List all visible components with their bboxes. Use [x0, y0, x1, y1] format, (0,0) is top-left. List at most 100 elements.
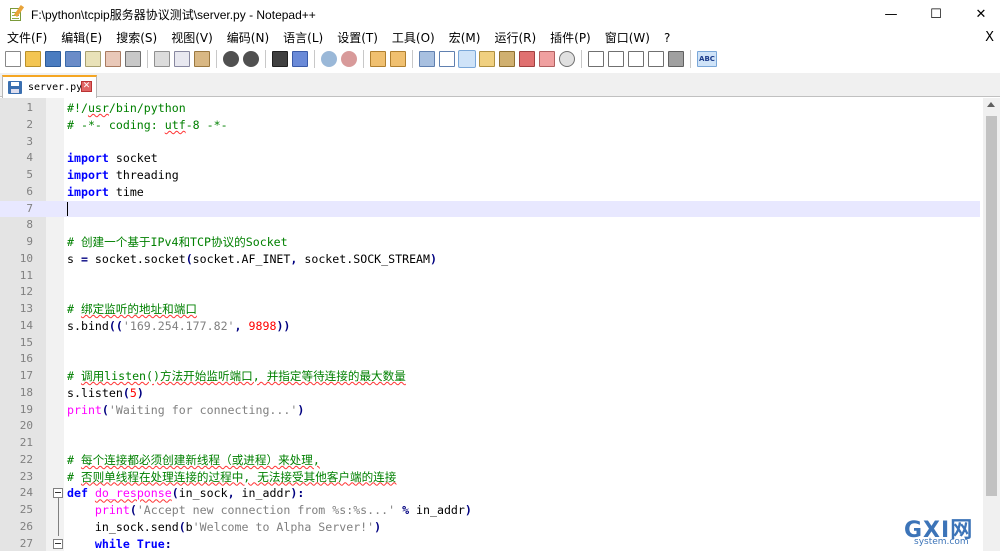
line-number: 15: [19, 335, 33, 349]
menu-encoding[interactable]: 编码(N): [220, 29, 276, 46]
function-list-icon[interactable]: [519, 51, 535, 67]
code-line: 23 # 否则单线程在处理连接的过程中, 无法接受其他客户端的连接: [0, 469, 980, 486]
line-9-text: # 创建一个基于IPv4和TCP协议的Socket: [67, 235, 288, 249]
menu-language[interactable]: 语言(L): [276, 29, 330, 46]
scroll-up-icon[interactable]: [987, 102, 995, 107]
line-25-text: print('Accept new connection from %s:%s.…: [94, 503, 472, 517]
line-number: 8: [26, 218, 33, 232]
code-line: 11: [0, 268, 980, 285]
close-button[interactable]: ✕: [958, 0, 1000, 28]
play-macro-icon[interactable]: [628, 51, 644, 67]
code-line: 12: [0, 284, 980, 301]
indent-guide-icon[interactable]: [458, 50, 476, 68]
notepad-plus-plus-icon: [8, 4, 25, 22]
text-caret: [67, 201, 68, 216]
line-2-text: # -*- coding: utf-8 -*-: [67, 117, 228, 132]
menu-help[interactable]: ?: [657, 31, 677, 45]
close-file-icon[interactable]: [85, 51, 101, 67]
line-24-text: def do_response(in_sock, in_addr):: [67, 486, 305, 501]
menu-plugins[interactable]: 插件(P): [543, 29, 598, 46]
scrollbar-thumb[interactable]: [986, 116, 997, 496]
current-line: 7: [0, 200, 980, 218]
toolbar-separator: [265, 50, 266, 68]
zoom-in-icon[interactable]: [321, 51, 337, 67]
site-watermark: GXI网 system.com: [898, 512, 996, 548]
spell-check-icon[interactable]: ABC: [697, 51, 717, 67]
menu-edit[interactable]: 编辑(E): [54, 29, 109, 46]
menu-window[interactable]: 窗口(W): [598, 29, 657, 46]
fold-toggle-icon[interactable]: [53, 488, 63, 499]
menu-file[interactable]: 文件(F): [0, 29, 54, 46]
code-line: 17 # 调用listen()方法开始监听端口, 并指定等待连接的最大数量: [0, 368, 980, 385]
code-line: 14 s.bind(('169.254.177.82', 9898)): [0, 318, 980, 335]
code-line: 9 # 创建一个基于IPv4和TCP协议的Socket: [0, 234, 980, 251]
line-number: 18: [19, 385, 33, 399]
folder-workspace-icon[interactable]: [539, 51, 555, 67]
sync-horizontal-icon[interactable]: [390, 51, 406, 67]
menu-macro[interactable]: 宏(M): [442, 29, 488, 46]
line-number: 26: [19, 519, 33, 533]
code-line: 2 # -*- coding: utf-8 -*-: [0, 117, 980, 134]
menu-view[interactable]: 视图(V): [164, 29, 220, 46]
code-line: 10 s = socket.socket(socket.AF_INET, sock…: [0, 251, 980, 268]
replace-icon[interactable]: [292, 51, 308, 67]
line-number: 6: [26, 184, 33, 198]
document-map-icon[interactable]: [499, 51, 515, 67]
show-all-chars-icon[interactable]: [439, 51, 455, 67]
tab-close-icon[interactable]: ✕: [81, 81, 92, 92]
toolbar-separator: [690, 50, 691, 68]
run-macro-multiple-icon[interactable]: [648, 51, 664, 67]
language-udl-icon[interactable]: [479, 51, 495, 67]
paste-icon[interactable]: [194, 51, 210, 67]
word-wrap-icon[interactable]: [419, 51, 435, 67]
code-editor[interactable]: 1 #!/usr/bin/python 2 # -*- coding: utf-8 …: [0, 98, 1000, 551]
line-number: 21: [19, 436, 33, 449]
code-line: 1 #!/usr/bin/python: [0, 100, 980, 117]
sync-vertical-icon[interactable]: [370, 51, 386, 67]
line-number: 3: [26, 134, 33, 148]
close-document-button[interactable]: X: [985, 28, 994, 47]
save-macro-icon[interactable]: [668, 51, 684, 67]
line-number: 4: [26, 151, 33, 165]
save-icon[interactable]: [45, 51, 61, 67]
maximize-button[interactable]: ☐: [913, 0, 959, 28]
line-13-text: # 绑定监听的地址和端口: [67, 302, 197, 316]
code-line: 26 in_sock.send(b'Welcome to Alpha Serve…: [0, 519, 980, 536]
line-number: 16: [19, 352, 33, 366]
line-1-text: #!/usr/bin/python: [67, 101, 186, 115]
line-number: 13: [19, 302, 33, 315]
line-number: 22: [19, 452, 33, 466]
vertical-scrollbar[interactable]: [983, 98, 1000, 551]
monitoring-icon[interactable]: [559, 51, 575, 67]
menu-settings[interactable]: 设置(T): [330, 29, 385, 46]
toolbar-separator: [363, 50, 364, 68]
watermark-domain: system.com: [914, 537, 969, 547]
save-all-icon[interactable]: [65, 51, 81, 67]
new-file-icon[interactable]: [5, 51, 21, 67]
redo-icon[interactable]: [243, 51, 259, 67]
close-all-icon[interactable]: [105, 51, 121, 67]
stop-macro-icon[interactable]: [608, 51, 624, 67]
line-number: 11: [19, 268, 33, 282]
menu-tools[interactable]: 工具(O): [385, 29, 442, 46]
menu-run[interactable]: 运行(R): [487, 29, 543, 46]
find-icon[interactable]: [272, 51, 288, 67]
print-icon[interactable]: [125, 51, 141, 67]
undo-icon[interactable]: [223, 51, 239, 67]
fold-toggle-icon[interactable]: [53, 538, 63, 549]
code-line: 19 print('Waiting for connecting...'): [0, 402, 980, 419]
minimize-button[interactable]: —: [868, 0, 914, 28]
tab-server-py[interactable]: server.py ✕: [2, 75, 97, 98]
line-5-text: import threading: [67, 168, 179, 182]
cut-icon[interactable]: [154, 51, 170, 67]
zoom-out-icon[interactable]: [341, 51, 357, 67]
window-title: F:\python\tcpip服务器协议测试\server.py - Notep…: [31, 7, 316, 22]
open-file-icon[interactable]: [25, 51, 41, 67]
copy-icon[interactable]: [174, 51, 190, 67]
record-macro-icon[interactable]: [588, 51, 604, 67]
menu-search[interactable]: 搜索(S): [109, 29, 164, 46]
line-number: 5: [26, 168, 33, 181]
code-line: 16: [0, 351, 980, 368]
line-number: 9: [26, 235, 33, 248]
toolbar: ABC: [0, 47, 1000, 71]
